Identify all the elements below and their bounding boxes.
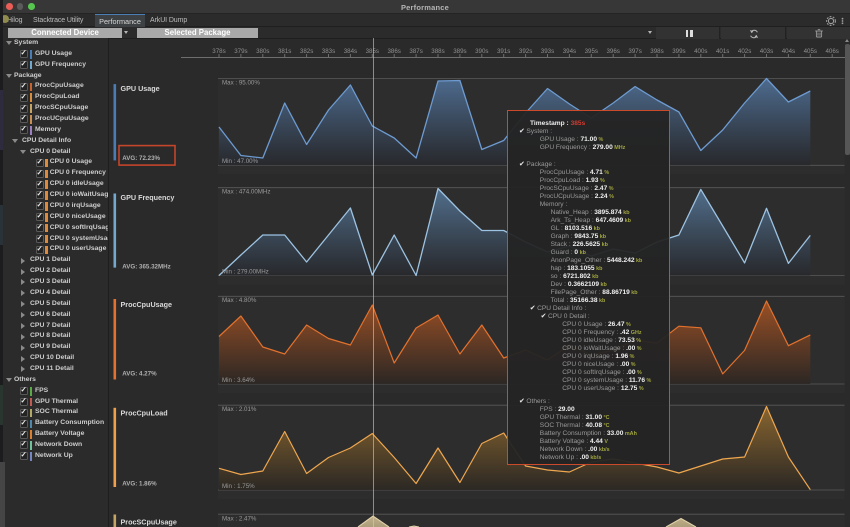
svg-text:Max : 474.00MHz: Max : 474.00MHz [222, 189, 271, 196]
svg-text:GPU Frequency: GPU Frequency [121, 193, 175, 202]
svg-text:GPU Usage: GPU Usage [121, 84, 160, 93]
svg-text:382s: 382s [300, 48, 313, 55]
svg-text:AVG: 1.86%: AVG: 1.86% [122, 481, 157, 488]
svg-text:385s: 385s [366, 48, 379, 55]
svg-text:380s: 380s [256, 48, 269, 55]
svg-text:381s: 381s [278, 48, 291, 55]
svg-text:AVG: 72.23%: AVG: 72.23% [122, 155, 160, 162]
svg-text:ProcSCpuUsage: ProcSCpuUsage [121, 518, 177, 527]
svg-text:398s: 398s [650, 48, 663, 55]
svg-text:379s: 379s [234, 48, 247, 55]
svg-text:403s: 403s [760, 48, 773, 55]
svg-text:AVG: 4.27%: AVG: 4.27% [122, 371, 157, 378]
svg-text:392s: 392s [519, 48, 532, 55]
svg-text:ProcCpuUsage: ProcCpuUsage [121, 300, 173, 309]
svg-text:402s: 402s [738, 48, 751, 55]
svg-text:386s: 386s [387, 48, 400, 55]
svg-text:Min : 1.75%: Min : 1.75% [222, 483, 255, 490]
svg-text:391s: 391s [497, 48, 510, 55]
svg-text:400s: 400s [694, 48, 707, 55]
svg-text:395s: 395s [585, 48, 598, 55]
svg-text:396s: 396s [606, 48, 619, 55]
svg-text:404s: 404s [782, 48, 795, 55]
svg-text:401s: 401s [716, 48, 729, 55]
svg-text:Max : 95.00%: Max : 95.00% [222, 79, 260, 86]
svg-text:383s: 383s [322, 48, 335, 55]
svg-text:Min : 47.00%: Min : 47.00% [222, 158, 259, 165]
svg-text:405s: 405s [804, 48, 817, 55]
svg-text:Min : 3.64%: Min : 3.64% [222, 377, 255, 384]
svg-text:387s: 387s [409, 48, 422, 55]
svg-text:384s: 384s [344, 48, 357, 55]
svg-text:406s: 406s [825, 48, 838, 55]
svg-text:ProcCpuLoad: ProcCpuLoad [121, 409, 168, 418]
svg-text:Max : 2.47%: Max : 2.47% [222, 515, 257, 522]
svg-text:393s: 393s [541, 48, 554, 55]
svg-text:399s: 399s [672, 48, 685, 55]
svg-text:Min : 279.00MHz: Min : 279.00MHz [222, 268, 269, 275]
svg-text:389s: 389s [453, 48, 466, 55]
svg-text:Max : 2.01%: Max : 2.01% [222, 406, 257, 413]
svg-text:394s: 394s [563, 48, 576, 55]
svg-text:390s: 390s [475, 48, 488, 55]
svg-text:388s: 388s [431, 48, 444, 55]
svg-text:Max : 4.80%: Max : 4.80% [222, 297, 257, 304]
svg-text:397s: 397s [628, 48, 641, 55]
svg-text:378s: 378s [212, 48, 225, 55]
svg-text:AVG: 365.32MHz: AVG: 365.32MHz [122, 263, 170, 270]
